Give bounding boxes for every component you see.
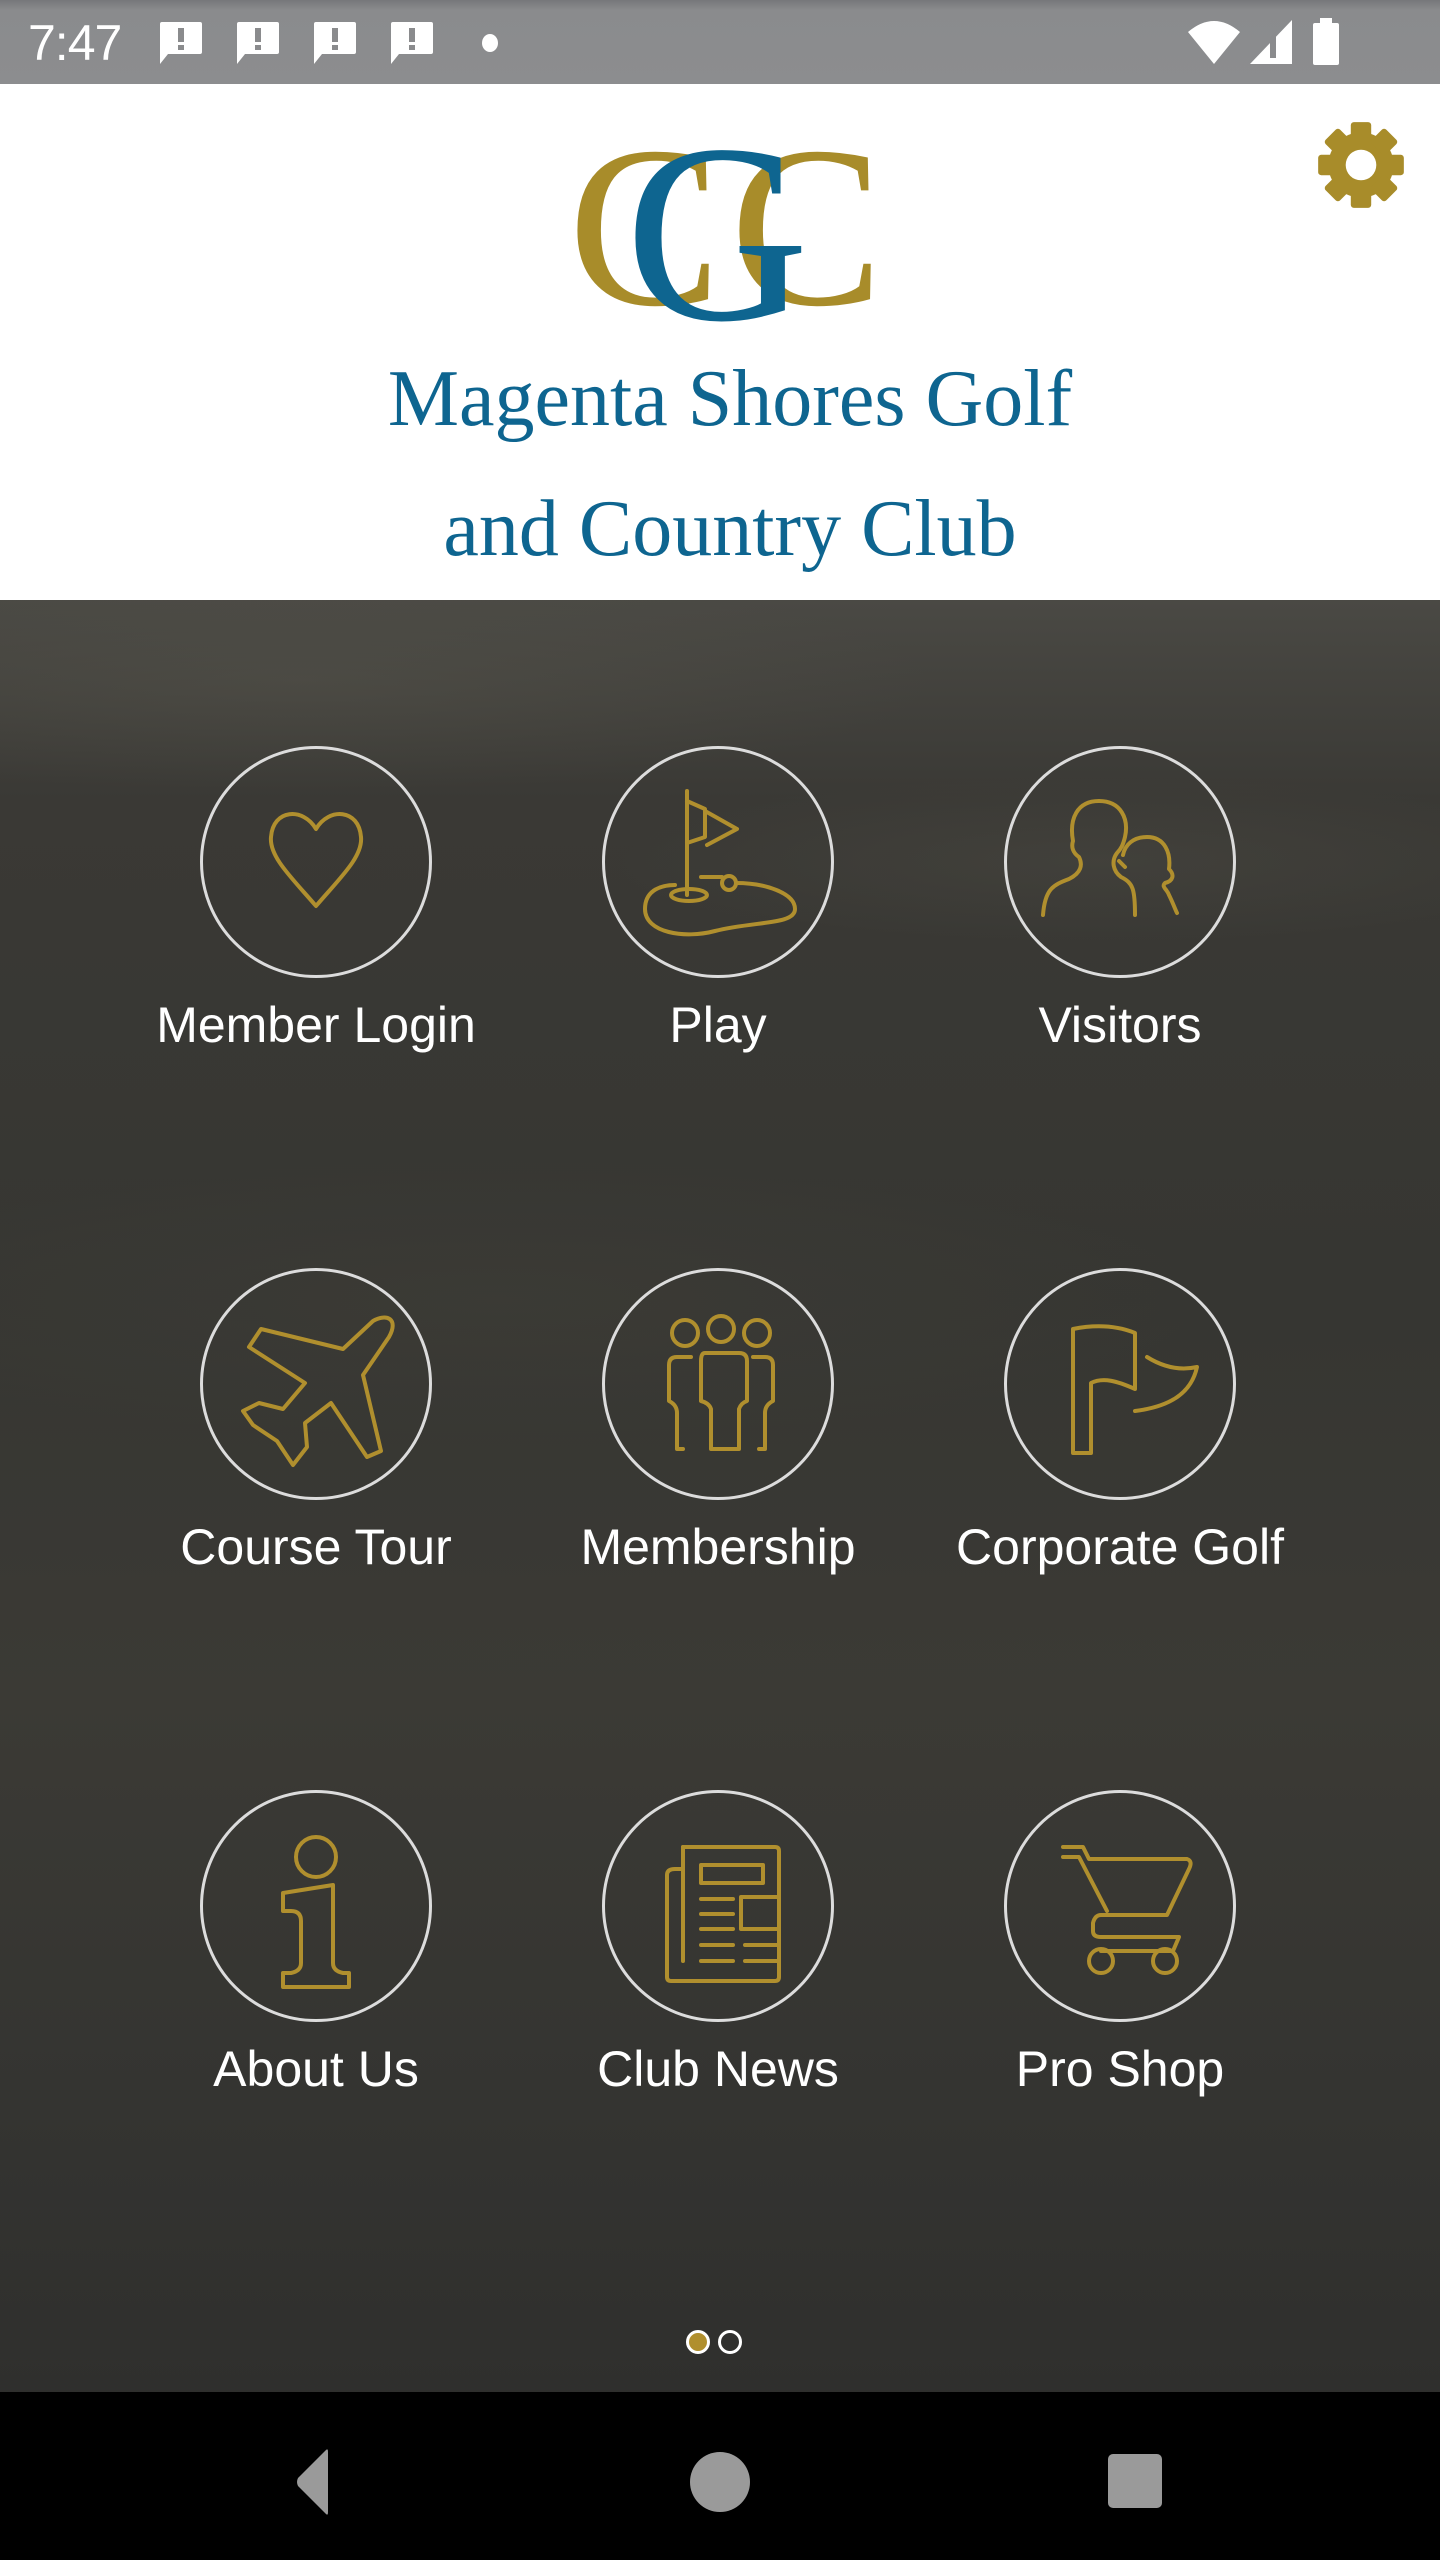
menu-item-circle [1004, 746, 1236, 978]
menu-item-label: Corporate Golf [956, 1519, 1284, 1575]
menu-item-label: About Us [213, 2041, 419, 2097]
menu-item-label: Member Login [156, 997, 476, 1053]
menu-item-circle [1004, 1790, 1236, 2022]
shopping-cart-icon [1061, 1845, 1193, 1975]
menu-item-label: Pro Shop [1015, 2041, 1225, 2097]
airplane-icon [241, 1315, 395, 1467]
newspaper-icon [665, 1845, 781, 1983]
menu-item-label: Club News [597, 2041, 839, 2097]
alert-message-icon [237, 22, 279, 64]
golf-flag-green-icon [643, 789, 797, 937]
alert-message-icon [314, 22, 356, 64]
menu-item-visitors[interactable]: Visitors [920, 746, 1320, 1086]
menu-item-circle [1004, 1268, 1236, 1500]
menu-item-circle [200, 746, 432, 978]
recents-icon [1108, 2454, 1162, 2508]
home-button[interactable] [675, 2442, 765, 2522]
logo-text-line-2: and Country Club [443, 485, 1017, 573]
battery-icon [1313, 18, 1339, 65]
system-navigation-bar [0, 2392, 1440, 2560]
menu-item-about-us[interactable]: About Us [116, 1790, 516, 2130]
menu-item-member-login[interactable]: Member Login [116, 746, 516, 1086]
wifi-icon [1188, 21, 1240, 64]
logo-monogram: C C G [568, 104, 883, 344]
menu-item-pro-shop[interactable]: Pro Shop [920, 1790, 1320, 2130]
menu-item-label: Membership [580, 1519, 856, 1575]
menu-item-circle [200, 1790, 432, 2022]
alert-message-icon [391, 22, 433, 64]
back-icon [297, 2449, 328, 2515]
recents-button[interactable] [1090, 2442, 1180, 2522]
status-bar: 7:47 [0, 0, 1440, 84]
menu-item-circle [602, 746, 834, 978]
home-menu: Member Login Play Visitors Course Tour M… [0, 600, 1440, 2392]
page-dot-2[interactable] [718, 2330, 742, 2354]
back-button[interactable] [260, 2442, 350, 2522]
home-icon [690, 2452, 750, 2512]
info-icon [281, 1835, 351, 1989]
status-time: 7:47 [28, 15, 122, 71]
cellular-signal-icon [1250, 20, 1292, 64]
alert-message-icon [160, 22, 202, 64]
menu-item-club-news[interactable]: Club News [518, 1790, 918, 2130]
page-dot-1-active[interactable] [686, 2330, 710, 2354]
page-indicator [0, 2328, 1440, 2358]
club-logo: C C G Magenta Shores Golf and Country Cl… [360, 104, 1100, 594]
logo-letter-g: G [625, 104, 809, 344]
more-notifications-dot-icon [482, 34, 498, 52]
menu-item-course-tour[interactable]: Course Tour [116, 1268, 516, 1608]
menu-item-corporate-golf[interactable]: Corporate Golf [920, 1268, 1320, 1608]
gear-icon [1318, 122, 1404, 208]
settings-button[interactable] [1310, 114, 1412, 216]
group-icon [667, 1314, 775, 1451]
app-header: C C G Magenta Shores Golf and Country Cl… [0, 84, 1440, 600]
menu-item-play[interactable]: Play [518, 746, 918, 1086]
menu-item-label: Course Tour [180, 1519, 452, 1575]
heart-icon [268, 812, 364, 908]
menu-item-label: Visitors [1038, 997, 1202, 1053]
menu-item-circle [200, 1268, 432, 1500]
menu-item-label: Play [669, 997, 767, 1053]
flag-icon [1071, 1324, 1199, 1455]
logo-text-line-1: Magenta Shores Golf [387, 355, 1073, 443]
menu-item-membership[interactable]: Membership [518, 1268, 918, 1608]
menu-item-circle [602, 1268, 834, 1500]
people-icon [1041, 799, 1179, 917]
menu-item-circle [602, 1790, 834, 2022]
